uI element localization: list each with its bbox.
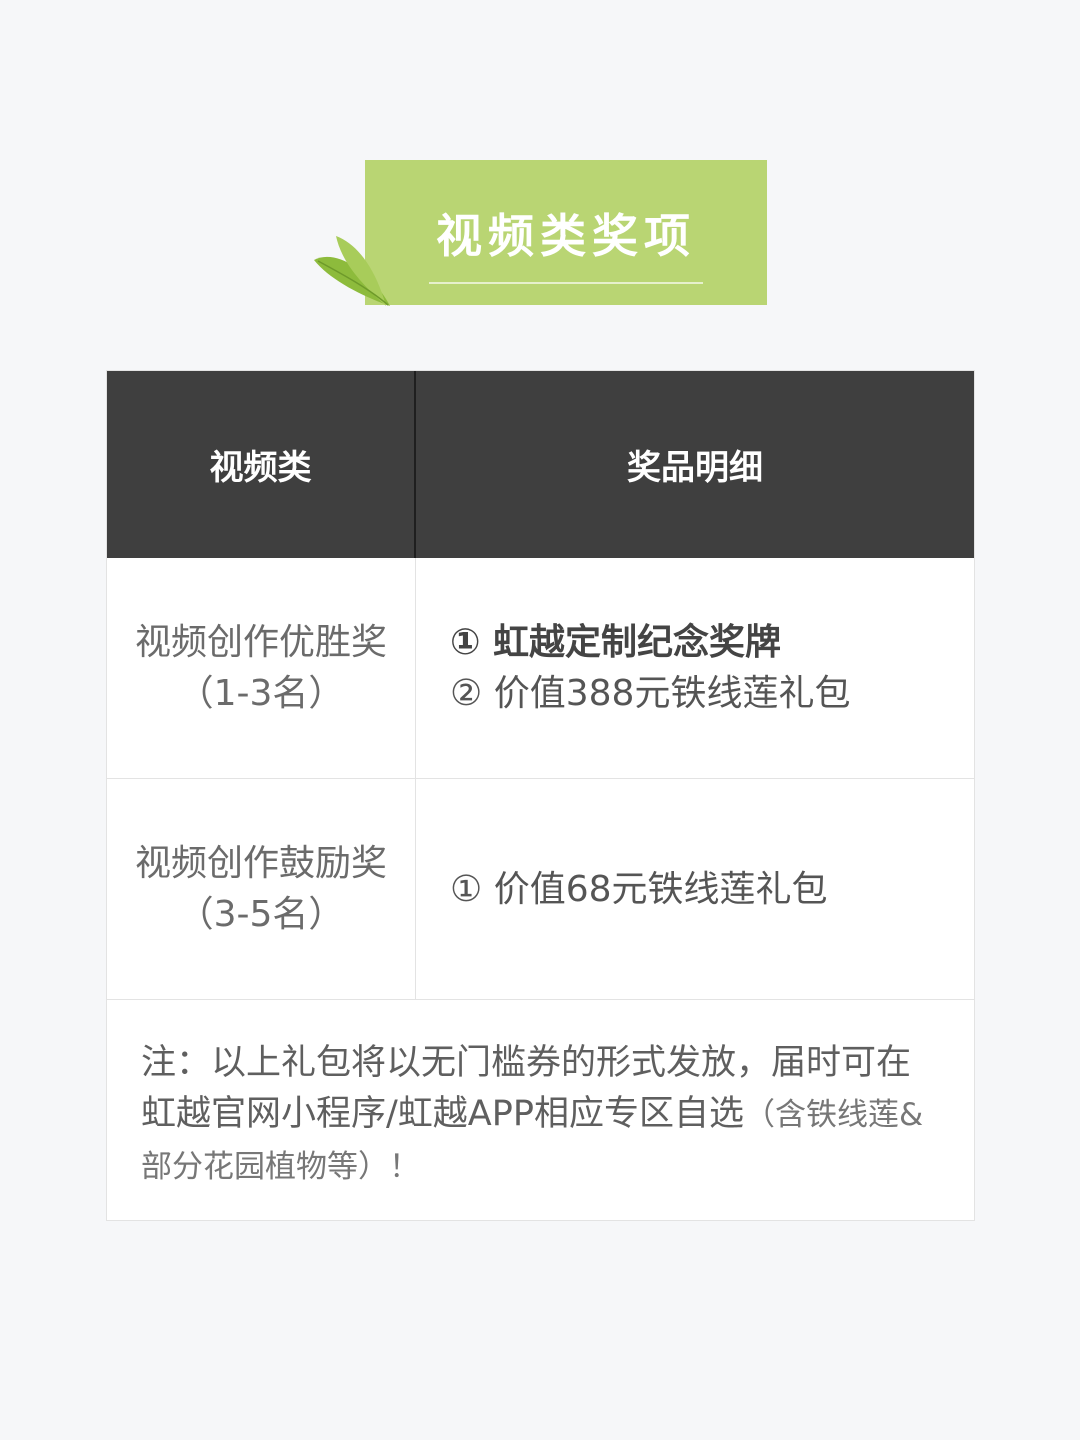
header-cell-prizes: 奖品明细 — [416, 371, 974, 558]
award-title: 视频创作鼓励奖 — [134, 843, 387, 884]
award-name: 视频创作鼓励奖 （3-5名） — [135, 838, 387, 940]
prize-marker: ① — [450, 868, 483, 910]
prize-item: ① 虹越定制纪念奖牌 — [450, 617, 850, 668]
award-name: 视频创作优胜奖 （1-3名） — [135, 617, 387, 719]
prize-cell: ① 虹越定制纪念奖牌 ② 价值388元铁线莲礼包 — [416, 558, 974, 778]
award-title: 视频创作优胜奖 — [134, 622, 387, 663]
prize-cell: ① 价值68元铁线莲礼包 — [416, 779, 974, 999]
prize-text: 虹越定制纪念奖牌 — [493, 622, 782, 663]
leaf-icon — [314, 236, 390, 306]
award-rank: （3-5名） — [177, 894, 345, 935]
prize-marker: ② — [450, 673, 483, 714]
header-label: 奖品明细 — [627, 448, 763, 488]
prize-list: ① 虹越定制纪念奖牌 ② 价值388元铁线莲礼包 — [416, 617, 850, 719]
prize-list: ① 价值68元铁线莲礼包 — [416, 864, 828, 915]
awards-table: 视频类 奖品明细 视频创作优胜奖 （1-3名） ① 虹越定制纪念奖牌 ② 价值3… — [106, 370, 975, 1221]
award-cell: 视频创作鼓励奖 （3-5名） — [107, 779, 416, 999]
header-label: 视频类 — [209, 448, 312, 488]
page: 视频类奖项 视频类 奖品明细 视频创作优胜奖 （1-3名） ① 虹越定制纪念奖牌… — [0, 0, 1080, 1440]
prize-marker: ① — [450, 622, 481, 663]
prize-text: 价值388元铁线莲礼包 — [493, 673, 851, 714]
note-text: 注：以上礼包将以无门槛券的形式发放，届时可在虹越官网小程序/虹越APP相应专区自… — [107, 1000, 974, 1220]
banner-title: 视频类奖项 — [436, 209, 696, 263]
banner-underline — [429, 282, 703, 284]
award-rank: （1-3名） — [177, 673, 345, 714]
prize-item: ② 价值388元铁线莲礼包 — [450, 668, 850, 719]
prize-item: ① 价值68元铁线莲礼包 — [450, 864, 828, 915]
prize-text: 价值68元铁线莲礼包 — [493, 868, 828, 910]
note-row: 注：以上礼包将以无门槛券的形式发放，届时可在虹越官网小程序/虹越APP相应专区自… — [107, 1000, 974, 1220]
award-cell: 视频创作优胜奖 （1-3名） — [107, 558, 416, 778]
header-cell-category: 视频类 — [107, 371, 416, 558]
table-row: 视频创作优胜奖 （1-3名） ① 虹越定制纪念奖牌 ② 价值388元铁线莲礼包 — [107, 558, 974, 779]
table-row: 视频创作鼓励奖 （3-5名） ① 价值68元铁线莲礼包 — [107, 779, 974, 1000]
section-banner: 视频类奖项 — [365, 160, 767, 305]
table-header-row: 视频类 奖品明细 — [107, 371, 974, 558]
